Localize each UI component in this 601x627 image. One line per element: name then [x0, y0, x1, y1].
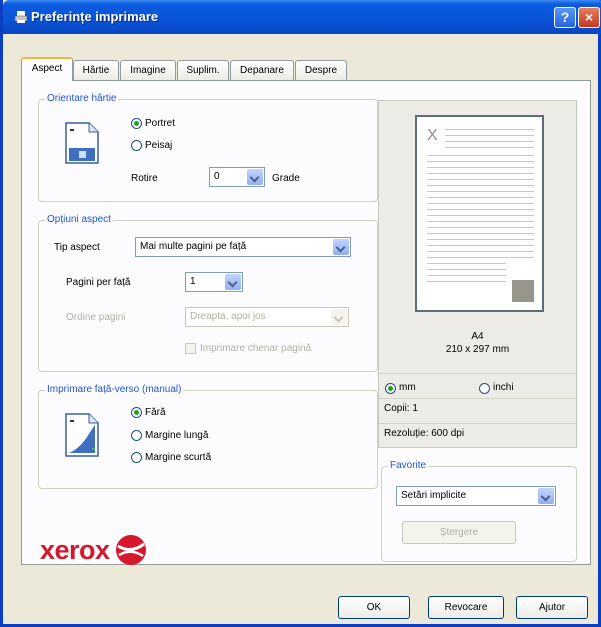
- short-edge-radio[interactable]: Margine scurtă: [131, 452, 211, 463]
- layout-type-label: Tip aspect: [54, 242, 100, 253]
- tab-about[interactable]: Despre: [295, 60, 347, 80]
- paper-size: A4: [471, 331, 484, 342]
- unit-mm-radio[interactable]: mm: [385, 378, 416, 398]
- long-edge-label: Margine lungă: [145, 430, 209, 441]
- degrees-label: Grade: [272, 173, 300, 184]
- chevron-down-icon[interactable]: [538, 488, 554, 504]
- favorites-group: Favorite Setări implicite Ștergere: [381, 460, 577, 562]
- copies-row: Copii: 1: [379, 398, 576, 419]
- chevron-down-icon[interactable]: [331, 309, 347, 325]
- landscape-radio[interactable]: Peisaj: [131, 140, 172, 151]
- layout-options-title: Opțiuni aspect: [45, 214, 113, 225]
- unit-mm-radio-dot[interactable]: [385, 382, 396, 394]
- favorites-select[interactable]: Setări implicite: [396, 486, 556, 506]
- unit-inch-radio[interactable]: inchi: [479, 378, 514, 398]
- duplex-none-radio[interactable]: Fără: [131, 407, 166, 418]
- preview-pane: X A4 210 x 297 mm mm inchi Copii: 1 Rezo…: [378, 100, 577, 448]
- landscape-radio-dot[interactable]: [131, 140, 142, 151]
- portrait-radio-dot[interactable]: [131, 118, 142, 129]
- chevron-down-icon[interactable]: [333, 239, 349, 255]
- rotate-label: Rotire: [131, 173, 158, 184]
- page-order-value: Dreapta, apoi jos: [190, 311, 266, 322]
- unit-inch-label: inchi: [493, 382, 514, 393]
- layout-options-group: Opțiuni aspect Tip aspect Mai multe pagi…: [38, 214, 378, 372]
- tab-troubleshoot[interactable]: Depanare: [230, 60, 294, 80]
- unit-inch-radio-dot[interactable]: [479, 382, 490, 394]
- duplex-title: Imprimare față-verso (manual): [45, 384, 184, 395]
- print-page-border-checkbox[interactable]: Imprimare chenar pagină: [185, 343, 311, 354]
- print-preferences-window: Preferințe imprimare ? × Aspect Hârtie I…: [0, 0, 601, 627]
- resolution-row: Rezoluție: 600 dpi: [379, 423, 576, 444]
- orientation-group: Orientare hârtie Portret Peisaj Rotire 0: [38, 93, 378, 202]
- portrait-radio[interactable]: Portret: [131, 118, 175, 129]
- long-edge-radio[interactable]: Margine lungă: [131, 430, 208, 441]
- short-edge-label: Margine scurtă: [145, 452, 212, 463]
- help-button[interactable]: Ajutor: [516, 596, 588, 619]
- close-button[interactable]: ×: [578, 7, 600, 28]
- checkbox-box[interactable]: [185, 343, 196, 354]
- tab-aspect[interactable]: Aspect: [21, 57, 73, 81]
- rotate-value: 0: [214, 171, 220, 182]
- layout-type-value: Mai multe pagini pe față: [140, 241, 247, 252]
- portrait-label: Portret: [145, 118, 176, 129]
- long-edge-radio-dot[interactable]: [131, 430, 142, 441]
- pages-per-side-label: Pagini per față: [66, 277, 131, 288]
- duplex-page-icon: [65, 413, 99, 457]
- pages-per-side-value: 1: [190, 276, 196, 287]
- chevron-down-icon[interactable]: [247, 169, 263, 185]
- help-title-button[interactable]: ?: [554, 7, 576, 28]
- layout-type-select[interactable]: Mai multe pagini pe față: [135, 237, 351, 257]
- printer-icon: [14, 11, 28, 23]
- short-edge-radio-dot[interactable]: [131, 452, 142, 463]
- unit-mm-label: mm: [399, 382, 416, 393]
- cancel-button[interactable]: Revocare: [428, 596, 504, 619]
- brand-name: xerox: [40, 534, 110, 565]
- rotate-select[interactable]: 0: [209, 167, 265, 187]
- duplex-group: Imprimare față-verso (manual) Fără Margi…: [38, 384, 378, 489]
- orientation-title: Orientare hârtie: [45, 93, 119, 104]
- duplex-none-label: Fără: [145, 407, 166, 418]
- tab-image[interactable]: Imagine: [120, 60, 176, 80]
- paper-preview: X: [415, 115, 544, 312]
- window-title: Preferințe imprimare: [31, 9, 159, 24]
- paper-mark: X: [427, 127, 438, 144]
- title-bar[interactable]: Preferințe imprimare ? ×: [3, 0, 601, 34]
- page-order-select[interactable]: Dreapta, apoi jos: [185, 307, 349, 327]
- page-order-label: Ordine pagini: [66, 312, 126, 323]
- favorites-value: Setări implicite: [401, 490, 467, 501]
- xerox-sphere-icon: [115, 535, 146, 565]
- duplex-none-radio-dot[interactable]: [131, 407, 142, 418]
- tab-extras[interactable]: Suplim.: [177, 60, 229, 80]
- chevron-down-icon[interactable]: [225, 274, 241, 290]
- print-page-border-label: Imprimare chenar pagină: [200, 343, 312, 354]
- pages-per-side-select[interactable]: 1: [185, 272, 243, 292]
- favorites-title: Favorite: [388, 460, 429, 471]
- portrait-page-icon: [65, 122, 99, 164]
- ok-button[interactable]: OK: [338, 596, 410, 619]
- delete-favorite-button[interactable]: Ștergere: [402, 521, 516, 544]
- paper-image-block: [512, 280, 534, 302]
- tab-paper[interactable]: Hârtie: [73, 60, 119, 80]
- units-row: mm inchi: [379, 373, 576, 394]
- landscape-label: Peisaj: [145, 140, 173, 151]
- xerox-logo: xerox: [40, 534, 147, 566]
- paper-dimensions: 210 x 297 mm: [445, 344, 510, 355]
